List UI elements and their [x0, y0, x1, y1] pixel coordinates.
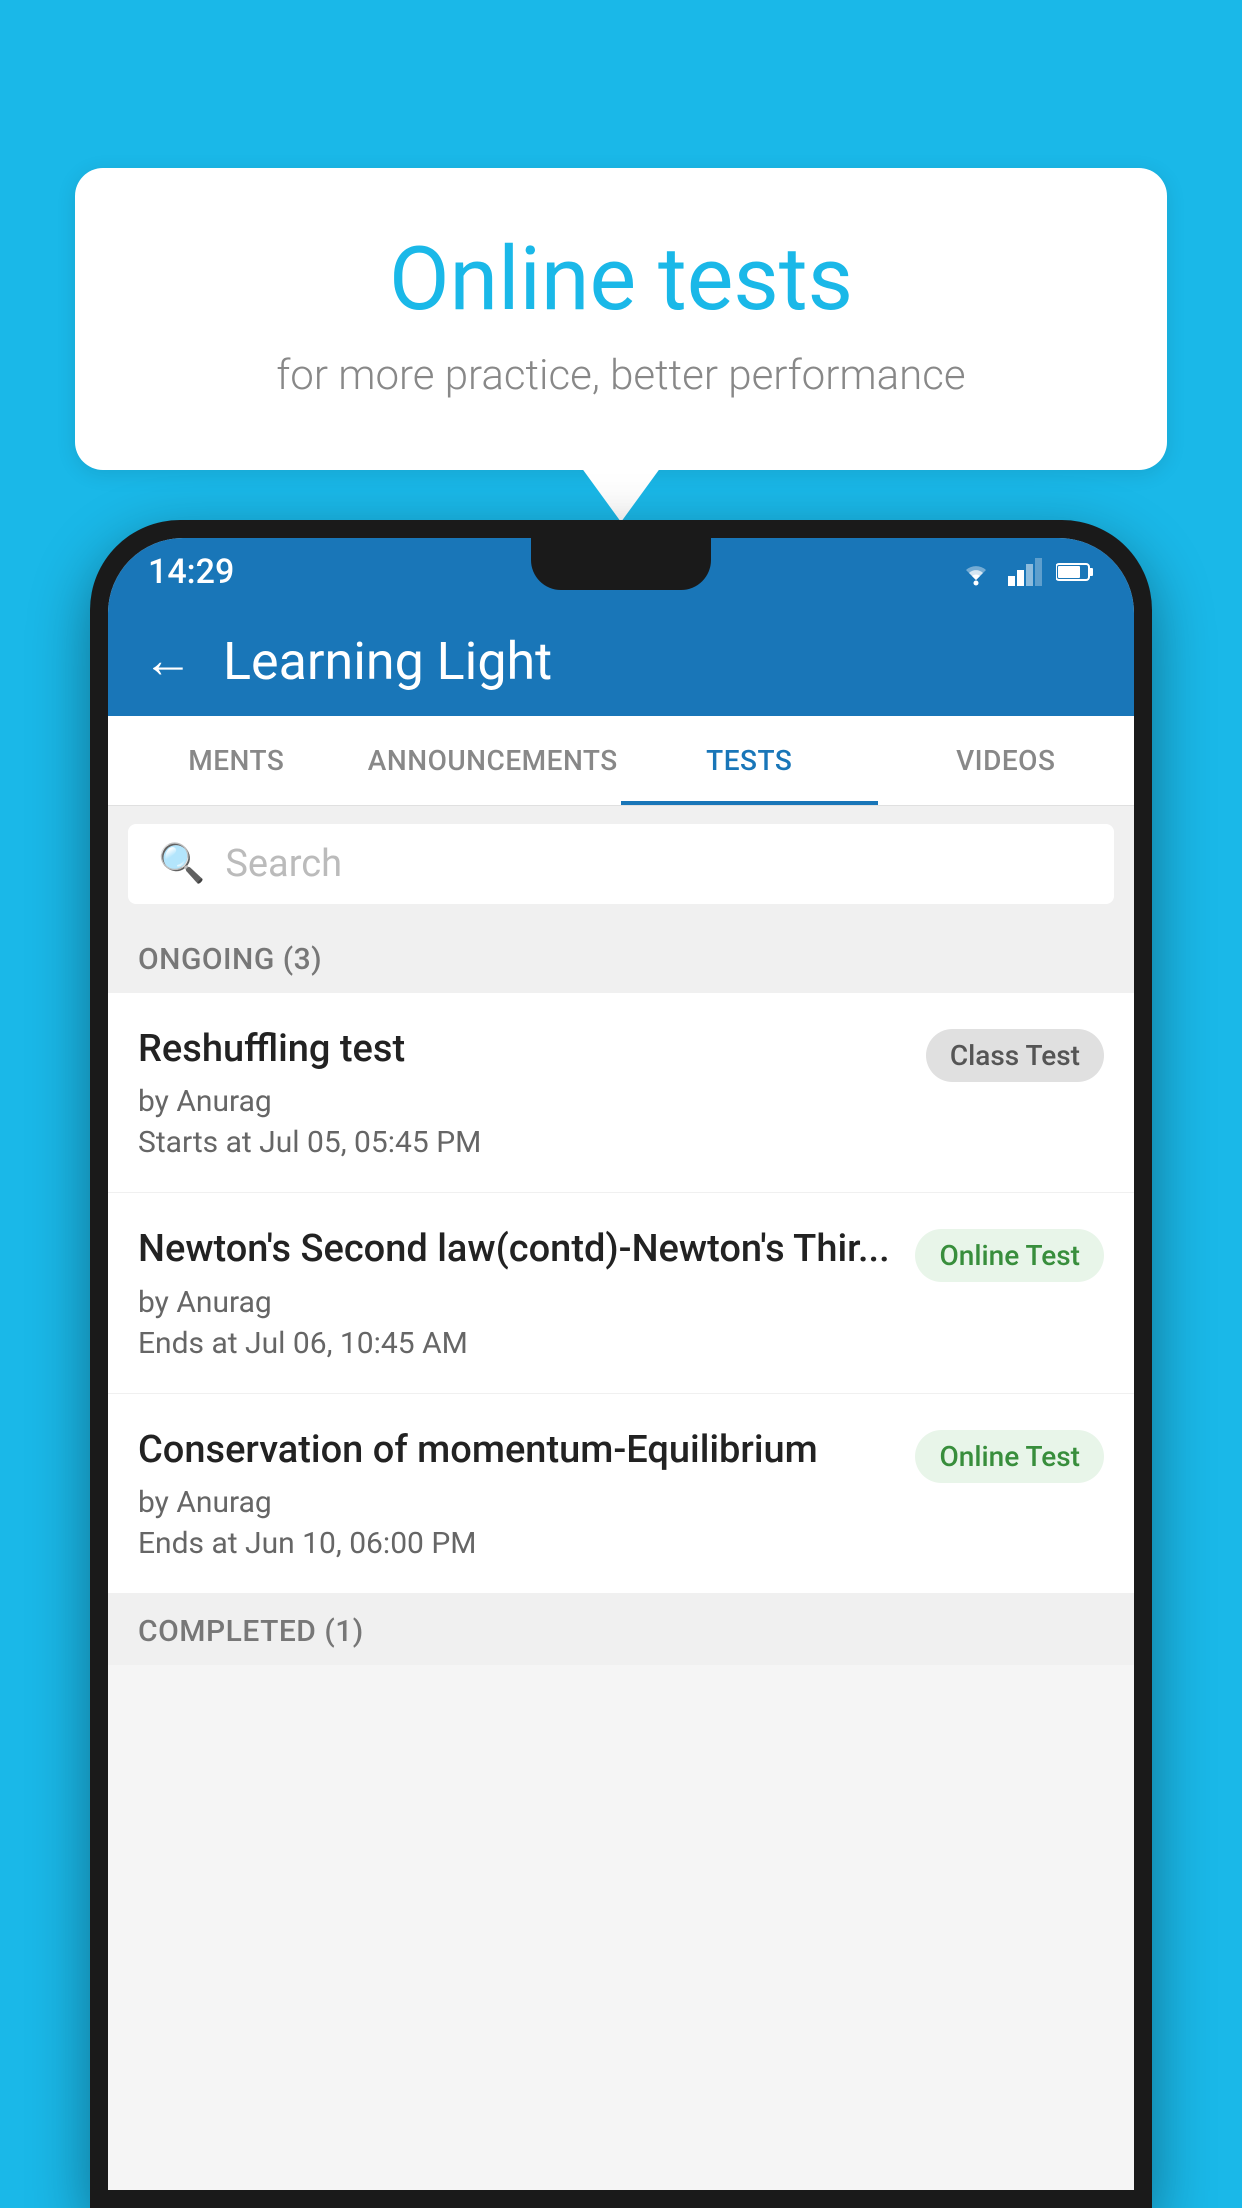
- status-time: 14:29: [148, 552, 234, 592]
- test-date: Starts at Jul 05, 05:45 PM: [138, 1125, 906, 1160]
- tab-tests[interactable]: TESTS: [621, 716, 878, 805]
- test-badge-class: Class Test: [926, 1029, 1104, 1082]
- test-list: Reshuffling test by Anurag Starts at Jul…: [108, 993, 1134, 1594]
- search-container: 🔍 Search: [108, 806, 1134, 922]
- test-name: Newton's Second law(contd)-Newton's Thir…: [138, 1225, 895, 1274]
- bubble-title: Online tests: [125, 228, 1117, 331]
- battery-icon: [1056, 561, 1094, 583]
- phone-notch: [531, 538, 711, 590]
- status-icons: [958, 558, 1094, 586]
- phone-frame: 14:29: [90, 520, 1152, 2208]
- test-date: Ends at Jun 10, 06:00 PM: [138, 1526, 895, 1561]
- app-title: Learning Light: [223, 631, 552, 692]
- search-bar[interactable]: 🔍 Search: [128, 824, 1114, 904]
- completed-section-header: COMPLETED (1): [108, 1594, 1134, 1665]
- search-placeholder: Search: [225, 842, 342, 886]
- test-badge-online: Online Test: [915, 1229, 1104, 1282]
- test-info: Reshuffling test by Anurag Starts at Jul…: [138, 1025, 926, 1160]
- test-author: by Anurag: [138, 1285, 895, 1320]
- test-info: Conservation of momentum-Equilibrium by …: [138, 1426, 915, 1561]
- test-author: by Anurag: [138, 1084, 906, 1119]
- test-info: Newton's Second law(contd)-Newton's Thir…: [138, 1225, 915, 1360]
- ongoing-section-header: ONGOING (3): [108, 922, 1134, 993]
- test-item[interactable]: Conservation of momentum-Equilibrium by …: [108, 1394, 1134, 1594]
- tab-ments[interactable]: MENTS: [108, 716, 365, 805]
- search-icon: 🔍: [158, 842, 205, 886]
- speech-bubble: Online tests for more practice, better p…: [75, 168, 1167, 470]
- tabs-bar: MENTS ANNOUNCEMENTS TESTS VIDEOS: [108, 716, 1134, 806]
- wifi-icon: [958, 558, 994, 586]
- bubble-subtitle: for more practice, better performance: [125, 351, 1117, 400]
- back-button[interactable]: ←: [143, 636, 193, 686]
- tab-videos[interactable]: VIDEOS: [878, 716, 1135, 805]
- test-item[interactable]: Reshuffling test by Anurag Starts at Jul…: [108, 993, 1134, 1193]
- phone-screen: 14:29: [108, 538, 1134, 2190]
- tab-announcements[interactable]: ANNOUNCEMENTS: [365, 716, 622, 805]
- signal-icon: [1008, 558, 1042, 586]
- test-item[interactable]: Newton's Second law(contd)-Newton's Thir…: [108, 1193, 1134, 1393]
- test-author: by Anurag: [138, 1485, 895, 1520]
- test-name: Conservation of momentum-Equilibrium: [138, 1426, 895, 1475]
- test-date: Ends at Jul 06, 10:45 AM: [138, 1326, 895, 1361]
- test-badge-online: Online Test: [915, 1430, 1104, 1483]
- app-bar: ← Learning Light: [108, 606, 1134, 716]
- test-name: Reshuffling test: [138, 1025, 906, 1074]
